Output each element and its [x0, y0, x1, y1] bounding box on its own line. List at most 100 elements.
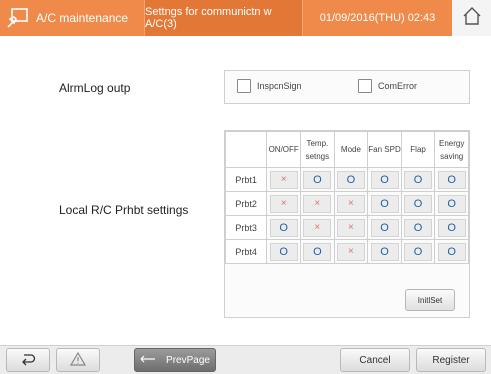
circle-mark: O: [413, 221, 423, 234]
row-label: Prbt3: [224, 215, 268, 240]
table-cell: O: [266, 239, 302, 264]
column-header: ON/OFF: [266, 131, 302, 168]
circle-mark: O: [447, 245, 456, 258]
circle-mark: O: [447, 173, 456, 186]
prohibit-toggle-allowed[interactable]: O: [370, 170, 399, 189]
table-cell: O: [400, 215, 436, 240]
cancel-button[interactable]: Cancel: [340, 348, 410, 372]
circle-mark: O: [380, 221, 389, 234]
table-row: Prbt3 O × × O O O: [224, 215, 469, 240]
table-row: Prbt4 O O × O O O: [224, 239, 469, 264]
prohibit-settings-label: Local R/C Prhbt settings: [59, 203, 189, 217]
table-cell: O: [266, 215, 302, 240]
datetime: 01/09/2016(THU) 02:43: [302, 0, 452, 36]
back-button[interactable]: [6, 348, 50, 372]
prohibit-toggle-allowed[interactable]: O: [303, 242, 332, 261]
cross-mark: ×: [280, 174, 287, 185]
prohibit-toggle-allowed[interactable]: O: [370, 242, 399, 261]
cross-mark: ×: [348, 246, 354, 257]
register-button[interactable]: Register: [416, 348, 486, 372]
prohibit-toggle-prohibited[interactable]: ×: [269, 194, 298, 213]
table-header-row: ON/OFF Temp. setngs Mode Fan SPD Flap En…: [224, 131, 469, 168]
prohibit-toggle-prohibited[interactable]: ×: [269, 170, 298, 189]
table-cell: O: [400, 167, 436, 192]
header-bar: A/C maintenance Settngs for communictn w…: [0, 0, 491, 36]
prohibit-toggle-allowed[interactable]: O: [437, 170, 466, 189]
prohibit-settings-panel: ON/OFF Temp. setngs Mode Fan SPD Flap En…: [224, 130, 470, 318]
circle-mark: O: [279, 221, 288, 234]
table-cell: O: [367, 191, 402, 216]
checkbox-label: ComError: [378, 81, 418, 91]
circle-mark: O: [380, 173, 389, 186]
corner-cell: [224, 131, 268, 168]
column-header: Fan SPD: [367, 131, 402, 168]
prohibit-toggle-allowed[interactable]: O: [370, 194, 399, 213]
table-cell: O: [434, 239, 469, 264]
circle-mark: O: [413, 173, 423, 186]
prohibit-toggle-prohibited[interactable]: ×: [303, 194, 332, 213]
home-button[interactable]: [452, 0, 491, 36]
alarm-log-label: AlrmLog outp: [59, 81, 131, 95]
table-row: Prbt1 × O O O O O: [224, 167, 469, 192]
prohibit-toggle-allowed[interactable]: O: [370, 218, 399, 237]
table-cell: O: [367, 167, 402, 192]
table-cell: O: [333, 167, 369, 192]
table-cell: O: [300, 239, 335, 264]
prohibit-toggle-allowed[interactable]: O: [336, 170, 365, 189]
circle-mark: O: [313, 245, 322, 258]
cross-mark: ×: [314, 198, 321, 209]
screen-title: Settngs for communictn w A/C(3): [144, 0, 302, 36]
circle-mark: O: [380, 197, 389, 210]
row-label: Prbt1: [224, 167, 268, 192]
prohibit-table: ON/OFF Temp. setngs Mode Fan SPD Flap En…: [224, 131, 469, 264]
home-icon: [462, 6, 482, 31]
prohibit-toggle-allowed[interactable]: O: [303, 170, 332, 189]
cross-mark: ×: [348, 198, 354, 209]
checkbox-box: [237, 79, 251, 93]
prev-page-label: PrevPage: [166, 354, 210, 366]
prohibit-toggle-allowed[interactable]: O: [437, 242, 466, 261]
footer-bar: PrevPage Cancel Register: [0, 345, 491, 374]
prev-page-button[interactable]: PrevPage: [134, 348, 216, 372]
arrow-left-icon: [140, 355, 156, 366]
prohibit-toggle-prohibited[interactable]: ×: [336, 194, 365, 213]
column-header: Energy saving: [434, 131, 469, 168]
circle-mark: O: [346, 173, 356, 186]
table-row: Prbt2 × × × O O O: [224, 191, 469, 216]
table-cell: ×: [266, 167, 302, 192]
circle-mark: O: [380, 245, 389, 258]
warning-icon: [69, 351, 87, 369]
back-icon: [20, 352, 36, 369]
prohibit-toggle-prohibited[interactable]: ×: [303, 218, 332, 237]
table-cell: O: [434, 167, 469, 192]
circle-mark: O: [447, 197, 456, 210]
prohibit-toggle-allowed[interactable]: O: [437, 194, 466, 213]
prohibit-toggle-allowed[interactable]: O: [269, 218, 298, 237]
column-header: Temp. setngs: [300, 131, 335, 168]
cross-mark: ×: [348, 222, 354, 233]
checkbox-label: InspcnSign: [257, 81, 302, 91]
circle-mark: O: [447, 221, 456, 234]
ac-maintenance-icon: [0, 0, 36, 36]
table-cell: ×: [333, 191, 369, 216]
prohibit-toggle-allowed[interactable]: O: [404, 170, 433, 189]
prohibit-toggle-prohibited[interactable]: ×: [336, 218, 365, 237]
warning-button[interactable]: [56, 348, 100, 372]
prohibit-toggle-allowed[interactable]: O: [404, 242, 433, 261]
table-cell: ×: [266, 191, 302, 216]
initial-set-button[interactable]: InitlSet: [405, 289, 455, 311]
inspection-sign-checkbox[interactable]: InspcnSign: [237, 79, 302, 93]
prohibit-toggle-prohibited[interactable]: ×: [336, 242, 365, 261]
prohibit-toggle-allowed[interactable]: O: [404, 218, 433, 237]
table-cell: ×: [333, 239, 369, 264]
table-cell: ×: [300, 215, 335, 240]
prohibit-toggle-allowed[interactable]: O: [269, 242, 298, 261]
column-header: Mode: [333, 131, 369, 168]
prohibit-toggle-allowed[interactable]: O: [437, 218, 466, 237]
com-error-checkbox[interactable]: ComError: [358, 79, 417, 93]
cross-mark: ×: [314, 222, 321, 233]
table-cell: ×: [300, 191, 335, 216]
prohibit-toggle-allowed[interactable]: O: [404, 194, 433, 213]
table-cell: O: [434, 215, 469, 240]
app-title: A/C maintenance: [36, 11, 129, 25]
